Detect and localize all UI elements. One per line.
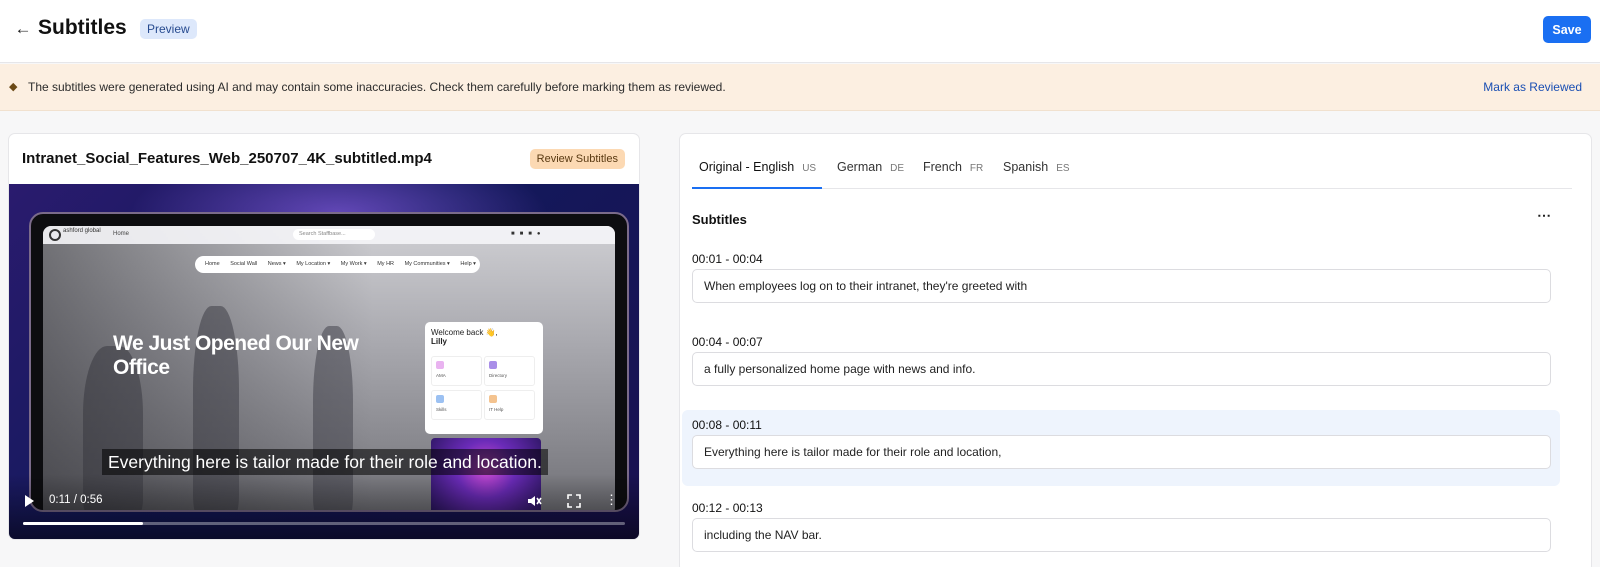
subtitle-segment: 00:01 - 00:04 When employees log on to t… xyxy=(682,244,1560,320)
segment-text-field[interactable]: a fully personalized home page with news… xyxy=(692,352,1551,386)
tab-original-english[interactable]: Original - English US xyxy=(692,156,822,189)
frame-topbar: ashford global Home Search Staffbase... … xyxy=(43,226,615,244)
subtitle-segment-active: 00:08 - 00:11 Everything here is tailor … xyxy=(682,410,1560,486)
review-status-badge: Review Subtitles xyxy=(529,149,625,169)
frame-search: Search Staffbase... xyxy=(293,229,375,240)
frame-tile: Skills xyxy=(431,390,482,420)
segment-text-field[interactable]: When employees log on to their intranet,… xyxy=(692,269,1551,303)
frame-welcome-card: Welcome back 👋, Lilly AMA Directory Skil… xyxy=(425,322,543,434)
subtitles-section-title: Subtitles xyxy=(692,212,747,227)
frame-nav-item: Help ▾ xyxy=(460,261,476,267)
frame-nav-item: My Communities ▾ xyxy=(404,261,450,267)
frame-home-label: Home xyxy=(113,231,130,237)
tile-icon xyxy=(436,395,444,403)
banner-message: The subtitles were generated using AI an… xyxy=(28,80,726,94)
segment-time: 00:12 - 00:13 xyxy=(692,501,763,515)
page-header: ← Subtitles Preview Save xyxy=(0,0,1600,63)
mark-as-reviewed-link[interactable]: Mark as Reviewed xyxy=(1483,80,1582,94)
preview-badge: Preview xyxy=(140,19,197,39)
tile-icon xyxy=(489,395,497,403)
subtitle-segment: 00:04 - 00:07 a fully personalized home … xyxy=(682,327,1560,403)
video-card: Intranet_Social_Features_Web_250707_4K_s… xyxy=(8,133,640,540)
tab-german[interactable]: German DE xyxy=(837,156,904,189)
frame-nav-item: News ▾ xyxy=(267,261,286,267)
segment-time: 00:08 - 00:11 xyxy=(692,418,762,432)
play-icon[interactable] xyxy=(23,494,37,508)
segment-text-field[interactable]: Everything here is tailor made for their… xyxy=(692,435,1551,469)
video-player[interactable]: ashford global Home Search Staffbase... … xyxy=(9,184,639,539)
language-tabs: Original - English US German DE French FR S… xyxy=(692,156,1572,189)
diamond-warning-icon: ◆ xyxy=(9,81,18,93)
segment-text-field[interactable]: including the NAV bar. xyxy=(692,518,1551,552)
frame-tile: Directory xyxy=(484,356,535,386)
tab-french[interactable]: French FR xyxy=(923,156,983,189)
frame-nav-item: Social Wall xyxy=(230,261,258,267)
frame-logo-text: ashford global xyxy=(63,228,101,234)
tab-spanish[interactable]: Spanish ES xyxy=(1003,156,1070,189)
frame-nav-item: My Work ▾ xyxy=(340,261,367,267)
segment-time: 00:04 - 00:07 xyxy=(692,335,763,349)
frame-logo-icon xyxy=(49,229,61,241)
subtitle-segment: 00:12 - 00:13 including the NAV bar. xyxy=(682,493,1560,567)
segment-time: 00:01 - 00:04 xyxy=(692,252,763,266)
frame-headline: We Just Opened Our New Office xyxy=(113,332,359,379)
frame-tiles: AMA Directory Skills IT Help xyxy=(431,356,537,424)
volume-muted-icon[interactable] xyxy=(525,492,543,510)
frame-nav-item: My HR xyxy=(377,261,395,267)
frame-tile: AMA xyxy=(431,356,482,386)
subtitles-card: Original - English US German DE French FR S… xyxy=(679,133,1592,567)
video-caption: Everything here is tailor made for their… xyxy=(102,449,548,475)
arrow-left-icon[interactable]: ← xyxy=(13,19,33,39)
fullscreen-icon[interactable] xyxy=(565,492,583,510)
page-title: Subtitles xyxy=(38,16,127,39)
frame-nav-bar: Home Social Wall News ▾ My Location ▾ My… xyxy=(195,256,480,273)
save-button[interactable]: Save xyxy=(1543,16,1591,43)
video-file-name: Intranet_Social_Features_Web_250707_4K_s… xyxy=(22,150,432,167)
frame-nav-item: Home xyxy=(205,261,220,267)
video-progress-fill xyxy=(23,522,144,525)
frame-welcome-name: Lilly xyxy=(431,337,448,346)
video-controls: 0:11 / 0:56 ⋮ xyxy=(9,474,639,539)
frame-nav-item: My Location ▾ xyxy=(296,261,331,267)
frame-topbar-icons: ■■■● xyxy=(511,231,546,237)
more-vertical-icon[interactable]: ⋮ xyxy=(605,492,618,510)
tile-icon xyxy=(436,361,444,369)
video-time: 0:11 / 0:56 xyxy=(49,494,103,506)
frame-tile: IT Help xyxy=(484,390,535,420)
ai-warning-banner: ◆ The subtitles were generated using AI … xyxy=(0,64,1600,111)
more-horizontal-icon[interactable]: ⋯ xyxy=(1534,208,1554,226)
video-progress-bar[interactable] xyxy=(23,522,625,525)
tile-icon xyxy=(489,361,497,369)
frame-welcome-line: Welcome back 👋, xyxy=(431,328,498,337)
